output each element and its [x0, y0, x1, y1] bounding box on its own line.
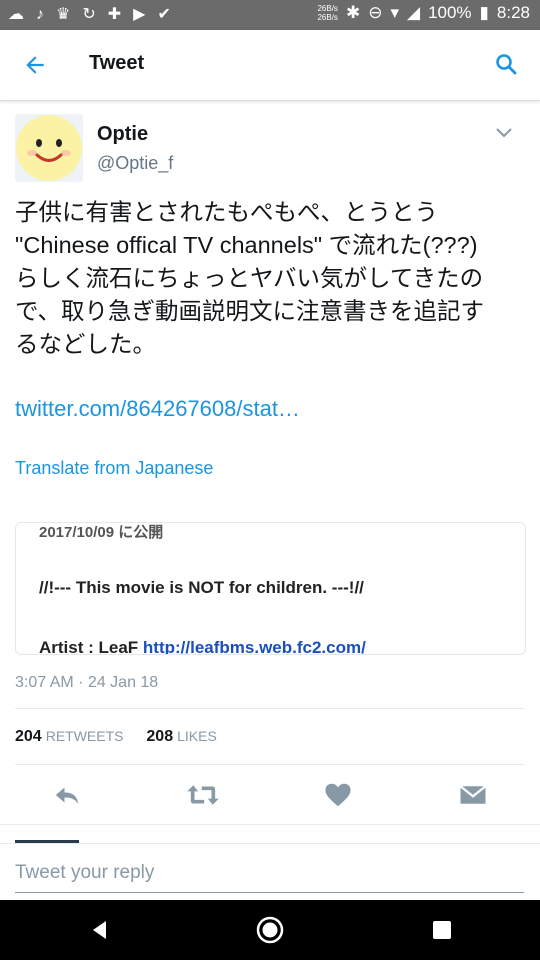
bluetooth-icon: ✱ [345, 3, 361, 22]
card-date: 2017/10/09 に公開 [39, 524, 164, 541]
system-indicators: 26B/s 26B/s ✱ ⊖ ▾ ◢ 100% ▮ 8:28 [317, 3, 530, 23]
app-icon: ✚ [107, 6, 122, 23]
translate-link[interactable]: Translate from Japanese [15, 458, 213, 479]
tweet-actions [0, 768, 540, 823]
sync-icon: ↻ [82, 6, 96, 23]
reply-icon[interactable] [52, 780, 82, 810]
nav-home-icon[interactable] [256, 916, 284, 944]
status-bar: ☁ ♪ ♛ ↻ ✚ ▶ ✔ 26B/s 26B/s ✱ ⊖ ▾ ◢ 100% ▮… [0, 0, 540, 30]
smiley-avatar-image [15, 114, 83, 182]
arrow-left-icon[interactable] [22, 52, 48, 78]
likes-label[interactable]: LIKES [177, 728, 217, 744]
heart-icon[interactable] [323, 780, 353, 810]
battery-level: 100% [428, 3, 472, 22]
battery-icon: ▮ [479, 3, 489, 22]
chevron-down-icon[interactable] [496, 128, 512, 138]
author-handle[interactable]: @Optie_f [97, 153, 173, 174]
clock: 8:28 [496, 3, 530, 22]
tweet-link[interactable]: twitter.com/864267608/stat… [15, 396, 300, 422]
youtube-icon: ▶ [133, 6, 146, 23]
wifi-icon: ▾ [390, 3, 399, 22]
system-nav-bar [0, 900, 540, 960]
cloud-icon: ☁ [8, 6, 24, 23]
tweet-stats: 204 RETWEETS 208 LIKES [15, 728, 217, 746]
divider [15, 764, 525, 765]
divider [0, 824, 540, 825]
retweet-icon[interactable] [186, 780, 220, 810]
retweets-label[interactable]: RETWEETS [46, 728, 124, 744]
card-artist-label: Artist : LeaF [39, 638, 143, 655]
nav-recents-icon[interactable] [428, 916, 456, 944]
signal-icon: ◢ [406, 3, 421, 22]
envelope-icon[interactable] [458, 780, 488, 810]
card-artist-url[interactable]: http://leafbms.web.fc2.com/ [143, 638, 366, 654]
reply-bar [0, 843, 540, 901]
network-speed: 26B/s 26B/s [317, 4, 338, 22]
divider [15, 708, 525, 709]
search-icon[interactable] [494, 52, 518, 76]
card-warning-text: //!--- This movie is NOT for children. -… [39, 578, 364, 597]
retweets-count[interactable]: 204 [15, 728, 42, 745]
crown-icon: ♛ [56, 6, 71, 23]
avatar[interactable] [15, 114, 83, 182]
notification-icon: ♪ [36, 6, 44, 23]
author-name[interactable]: Optie [97, 123, 148, 146]
likes-count[interactable]: 208 [146, 728, 173, 745]
do-not-disturb-icon: ⊖ [368, 3, 383, 22]
tweet-timestamp: 3:07 AM · 24 Jan 18 [15, 674, 159, 691]
media-card[interactable]: 2017/10/09 に公開 //!--- This movie is NOT … [15, 522, 526, 655]
reply-input[interactable] [15, 854, 524, 893]
notification-icons: ☁ ♪ ♛ ↻ ✚ ▶ ✔ [8, 5, 171, 25]
tweet-text: 子供に有害とされたもぺもぺ、とうとう "Chinese offical TV c… [15, 199, 485, 357]
nav-back-icon[interactable] [86, 916, 114, 944]
app-bar: Tweet [0, 30, 540, 101]
page-title: Tweet [89, 52, 145, 74]
card-artist-line: Artist : LeaF http://leafbms.web.fc2.com… [39, 638, 366, 655]
check-icon: ✔ [157, 6, 171, 23]
